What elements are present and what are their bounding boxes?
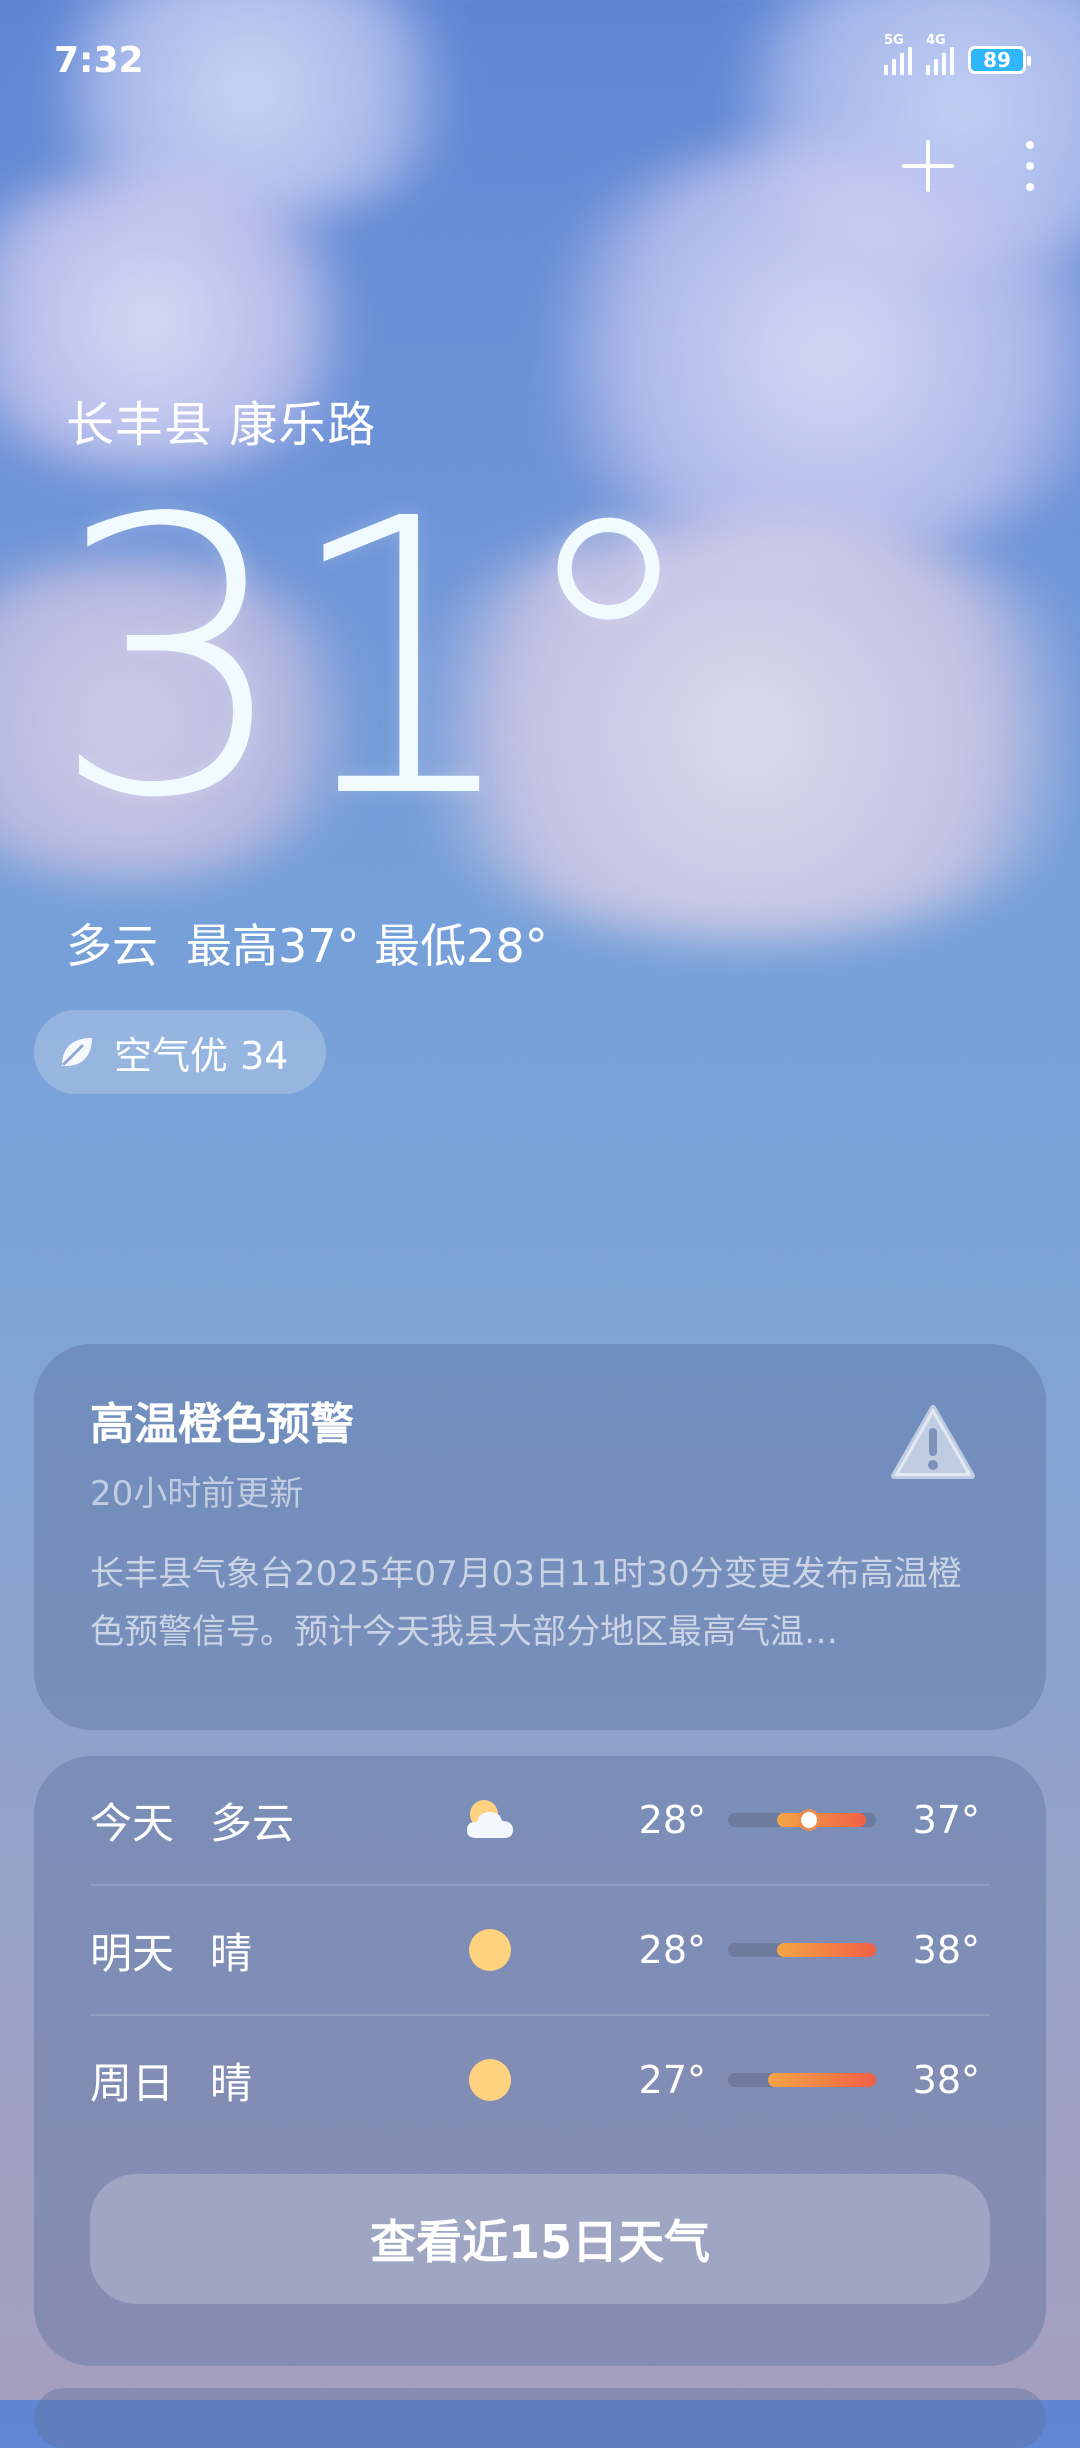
signal-4g-icon: 4G <box>926 33 954 75</box>
forecast-condition: 多云 <box>210 1798 295 1848</box>
signal-5g-icon: 5G <box>884 33 912 75</box>
forecast-high: 38° <box>912 2058 980 2102</box>
forecast-row[interactable]: 今天 多云 28° 37° <box>90 1756 990 1886</box>
today-low: 最低28° <box>374 919 548 973</box>
forecast-high: 37° <box>912 1798 980 1842</box>
forecast-condition: 晴 <box>210 2058 253 2108</box>
air-quality-pill[interactable]: 空气优 34 <box>34 1010 327 1094</box>
add-city-button[interactable] <box>902 140 954 192</box>
alert-updated: 20小时前更新 <box>90 1474 304 1514</box>
forecast-card: 今天 多云 28° 37° 明天晴 28° 38° 周日晴 27° 38° 查看近15日天气 <box>34 1756 1046 2366</box>
weather-summary: 多云 最高37° 最低28° <box>66 910 548 976</box>
aqi-label: 空气优 34 <box>114 1033 289 1078</box>
current-temperature: 31° <box>50 438 704 881</box>
forecast-condition: 晴 <box>210 1928 253 1978</box>
forecast-day: 周日 <box>90 2058 175 2108</box>
current-condition: 多云 <box>66 919 158 973</box>
weather-alert-card[interactable]: 高温橙色预警 20小时前更新 长丰县气象台2025年07月03日11时30分变更… <box>34 1344 1046 1730</box>
temperature-range-fill <box>767 2073 876 2087</box>
temperature-range-bar <box>728 1812 876 1828</box>
today-high: 最高37° <box>186 919 360 973</box>
alert-description: 长丰县气象台2025年07月03日11时30分变更发布高温橙色预警信号。预计今天… <box>90 1554 962 1652</box>
warning-icon <box>891 1405 975 1479</box>
forecast-day: 明天 <box>90 1928 175 1978</box>
temperature-range-fill <box>776 1943 876 1957</box>
forecast-row[interactable]: 明天晴 28° 38° <box>90 1886 990 2016</box>
temperature-range-bar <box>728 1943 876 1957</box>
view-15-day-button[interactable]: 查看近15日天气 <box>90 2174 990 2304</box>
forecast-low: 28° <box>638 1928 706 1972</box>
forecast-row[interactable]: 周日晴 27° 38° <box>90 2016 990 2144</box>
next-card <box>34 2388 1046 2448</box>
sun-icon <box>469 2059 511 2101</box>
temperature-range-bar <box>728 2073 876 2087</box>
leaf-icon <box>62 1038 92 1066</box>
forecast-low: 27° <box>638 2058 706 2102</box>
status-time: 7:32 <box>54 39 144 81</box>
alert-title: 高温橙色预警 <box>90 1399 354 1450</box>
more-menu-icon[interactable] <box>1024 141 1036 191</box>
forecast-day: 今天 <box>90 1798 175 1848</box>
status-bar: 7:32 5G 4G 89 <box>54 33 1031 82</box>
battery-icon: 89 <box>968 46 1031 74</box>
forecast-high: 38° <box>912 1928 980 1972</box>
forecast-low: 28° <box>638 1798 706 1842</box>
temperature-range-fill <box>776 1813 866 1827</box>
sun-icon <box>469 1929 511 1971</box>
partly-cloudy-icon <box>466 1800 513 1838</box>
